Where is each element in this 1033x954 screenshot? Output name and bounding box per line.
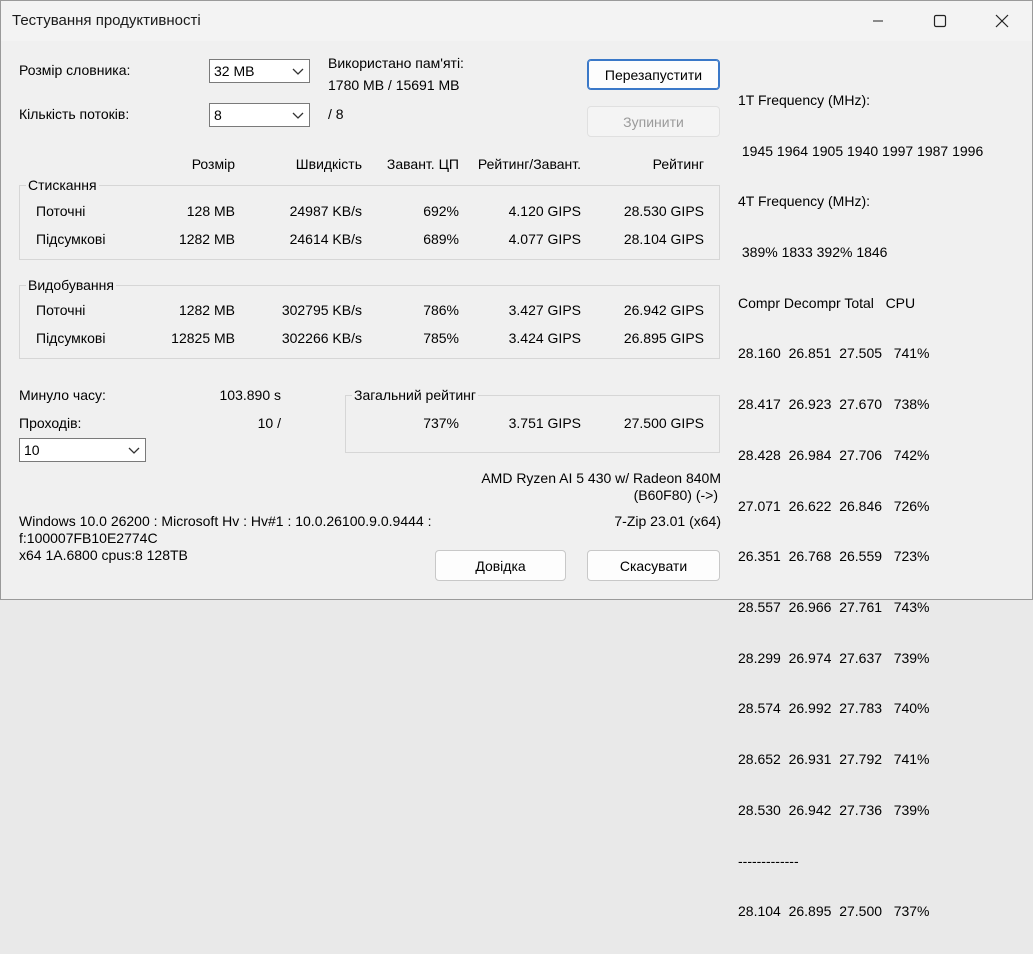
compress-current-size: 128 MB [186,203,235,219]
compress-current-label: Поточні [36,203,86,219]
passes-select[interactable]: 10 [19,438,146,462]
compress-total-speed: 24614 KB/s [289,231,362,247]
sys-info-line1: Windows 10.0 26200 : Microsoft Hv : Hv#1… [19,513,432,529]
log-freq4-values: 389% 1833 392% 1846 [738,243,888,260]
maximize-button[interactable] [917,1,963,41]
total-cpu: 737% [423,415,459,431]
log-row: 28.160 26.851 27.505 741% [738,345,930,362]
header-rating-load: Рейтинг/Завант. [477,156,581,172]
threads-value: 8 [214,107,222,123]
decompress-current-rating-load: 3.427 GIPS [508,302,581,318]
log-row: 28.428 26.984 27.706 742% [738,446,930,463]
decompress-total-size: 12825 MB [171,330,235,346]
decompress-total-rating-load: 3.424 GIPS [508,330,581,346]
header-rating: Рейтинг [652,156,704,172]
compress-title: Стискання [26,177,99,193]
log-row: 28.417 26.923 27.670 738% [738,396,930,413]
close-icon [995,14,1009,28]
maximize-icon [933,14,947,28]
chevron-down-icon [128,447,140,454]
chevron-down-icon [292,112,304,119]
decompress-group [19,285,720,359]
compress-total-rating-load: 4.077 GIPS [508,231,581,247]
decompress-current-speed: 302795 KB/s [281,302,362,318]
passes-value: 10 / [257,415,281,431]
total-rating-load: 3.751 GIPS [508,415,581,431]
decompress-current-size: 1282 MB [178,302,235,318]
log-freq1-values: 1945 1964 1905 1940 1997 1987 1996 [738,142,984,159]
dictionary-label: Розмір словника: [19,62,131,78]
benchmark-window: Тестування продуктивності Розмір словник… [0,0,1033,919]
minimize-icon [873,20,883,22]
decompress-title: Видобування [26,277,116,293]
chevron-down-icon [292,68,304,75]
decompress-total-rating: 26.895 GIPS [623,330,704,346]
sys-info-line2: f:100007FB10E2774C [19,530,158,546]
decompress-current-cpu: 786% [423,302,459,318]
title-bar: Тестування продуктивності [1,1,1032,41]
minimize-button[interactable] [855,1,901,41]
restart-button[interactable]: Перезапустити [587,59,720,90]
log-row: 28.530 26.942 27.736 739% [738,801,930,818]
log-row: 27.071 26.622 26.846 726% [738,497,930,514]
decompress-current-label: Поточні [36,302,86,318]
cancel-button[interactable]: Скасувати [587,550,720,581]
memory-value: 1780 MB / 15691 MB [328,77,460,93]
log-row: 28.574 26.992 27.783 740% [738,700,930,717]
log-row: 28.557 26.966 27.761 743% [738,599,930,615]
log-row: 26.351 26.768 26.559 723% [738,548,930,565]
dictionary-select[interactable]: 32 MB [209,59,310,83]
header-speed: Швидкість [295,156,362,172]
threads-label: Кількість потоків: [19,106,130,122]
log-row: 28.652 26.931 27.792 741% [738,751,930,768]
log-summary: 28.104 26.895 27.500 737% [738,903,930,920]
total-title: Загальний рейтинг [352,387,479,403]
dictionary-value: 32 MB [214,63,255,79]
header-size: Розмір [191,156,235,172]
compress-current-speed: 24987 KB/s [289,203,362,219]
cpu-info-line2: (B60F80) (->) [633,487,718,503]
threads-max: / 8 [328,106,344,122]
decompress-total-speed: 302266 KB/s [281,330,362,346]
compress-total-rating: 28.104 GIPS [623,231,704,247]
compress-total-cpu: 689% [423,231,459,247]
log-freq1-title: 1T Frequency (MHz): [738,91,870,108]
elapsed-label: Минуло часу: [19,387,106,403]
log-panel: 1T Frequency (MHz): 1945 1964 1905 1940 … [738,58,983,954]
elapsed-value: 103.890 s [219,387,282,403]
passes-select-value: 10 [24,442,40,458]
decompress-current-rating: 26.942 GIPS [623,302,704,318]
close-button[interactable] [979,1,1025,41]
help-button[interactable]: Довідка [435,550,566,581]
version-label: 7-Zip 23.01 (x64) [614,513,721,529]
threads-select[interactable]: 8 [209,103,310,127]
sys-info-line3: x64 1A.6800 cpus:8 128TB [19,547,188,563]
memory-label: Використано пам'яті: [328,55,464,71]
stop-button[interactable]: Зупинити [587,106,720,137]
passes-label: Проходів: [19,415,82,431]
log-table-header: Compr Decompr Total CPU [738,294,916,311]
log-row: 28.299 26.974 27.637 739% [738,649,930,666]
compress-group [19,185,720,260]
log-separator: ------------- [738,852,799,869]
total-rating: 27.500 GIPS [623,415,704,431]
compress-total-size: 1282 MB [178,231,235,247]
window-title: Тестування продуктивності [12,12,201,29]
decompress-total-cpu: 785% [423,330,459,346]
compress-current-rating-load: 4.120 GIPS [508,203,581,219]
decompress-total-label: Підсумкові [36,330,106,346]
cpu-info-line1: AMD Ryzen AI 5 430 w/ Radeon 840M [481,470,721,486]
compress-current-cpu: 692% [423,203,459,219]
header-cpu: Завант. ЦП [386,156,459,172]
log-freq4-title: 4T Frequency (MHz): [738,193,870,210]
compress-current-rating: 28.530 GIPS [623,203,704,219]
compress-total-label: Підсумкові [36,231,106,247]
